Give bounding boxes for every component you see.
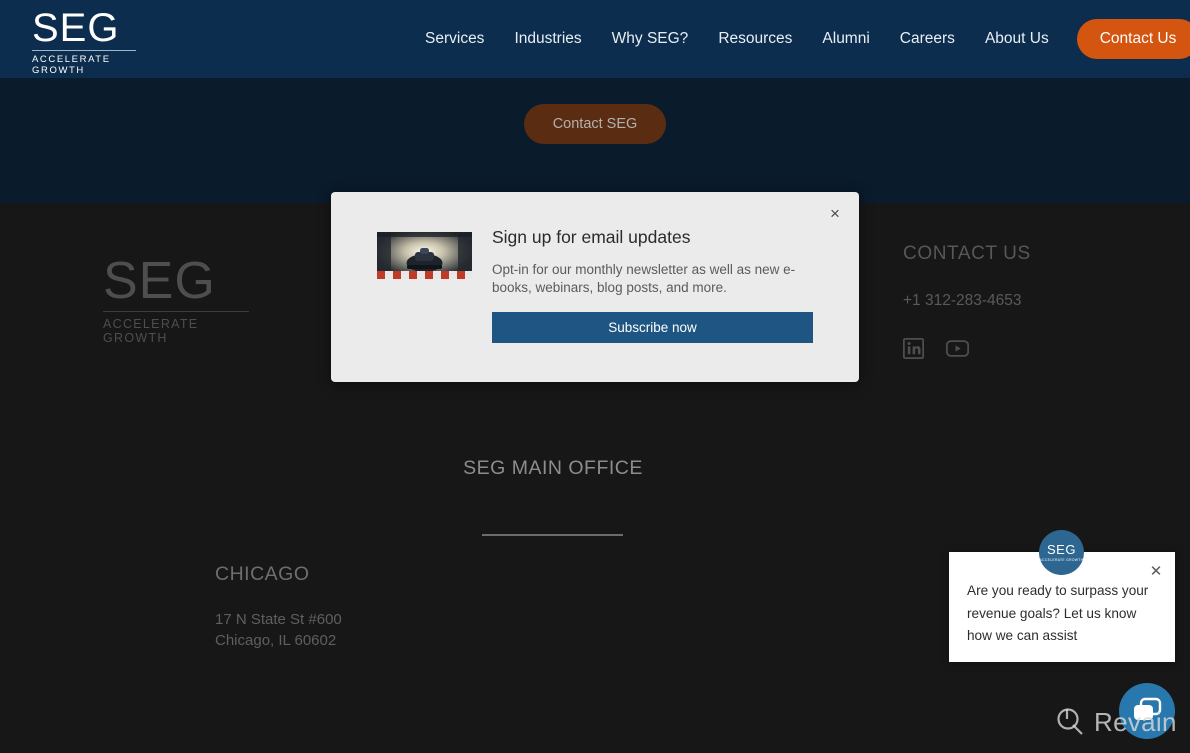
footer-logo-divider [103,311,249,312]
modal-title: Sign up for email updates [492,227,691,247]
contact-us-heading: CONTACT US [903,243,1031,264]
logo-tagline: ACCELERATE GROWTH [32,54,111,76]
subscribe-now-button[interactable]: Subscribe now [492,312,813,343]
nav-item-resources[interactable]: Resources [703,30,807,48]
modal-close-icon[interactable]: × [823,202,847,226]
modal-body: Sign up for email updates Opt-in for our… [492,227,814,343]
modal-description: Opt-in for our monthly newsletter as wel… [492,262,796,295]
footer-contact-block: CONTACT US +1 312-283-4653 [903,243,1163,364]
linkedin-icon[interactable] [903,338,924,364]
chat-avatar-label: SEG [1047,542,1076,558]
contact-us-button[interactable]: Contact Us [1076,19,1190,59]
contact-phone[interactable]: +1 312-283-4653 [903,292,1163,310]
nav-item-industries[interactable]: Industries [499,30,596,48]
footer-logo-tagline: ACCELERATE GROWTH [103,317,199,345]
footer-logo: SEG ACCELERATE GROWTH [103,255,253,345]
nav-item-services[interactable]: Services [410,30,499,48]
office-divider [482,534,623,536]
footer-logo-text: SEG [103,252,216,310]
chat-avatar-tagline: ACCELERATE GROWTH [1039,557,1084,562]
site-logo[interactable]: SEG ACCELERATE GROWTH [32,8,142,76]
email-signup-modal: × Sign up for email updates Opt-in for o… [331,192,859,382]
address-line-1: 17 N State St #600 [215,611,342,628]
office-address-block: CHICAGO 17 N State St #600 Chicago, IL 6… [215,563,515,651]
logo-divider [32,50,136,51]
office-title: SEG MAIN OFFICE [463,457,643,479]
chat-launcher-button[interactable] [1119,683,1175,739]
site-header: SEG ACCELERATE GROWTH Services Industrie… [0,0,1190,78]
page-root: SEG ACCELERATE GROWTH Services Industrie… [0,0,1190,753]
chat-close-icon[interactable]: ✕ [1146,562,1166,582]
main-navigation: Services Industries Why SEG? Resources A… [410,0,1190,78]
race-car-thumbnail [377,232,472,279]
nav-item-careers[interactable]: Careers [885,30,970,48]
nav-item-about-us[interactable]: About Us [970,30,1064,48]
chat-message-text: Are you ready to surpass your revenue go… [967,583,1149,643]
contact-seg-button[interactable]: Contact SEG [524,104,666,144]
chat-bubble-icon [1134,697,1162,720]
youtube-icon[interactable] [945,340,970,362]
nav-item-why-seg[interactable]: Why SEG? [597,30,704,48]
logo-text: SEG [32,6,120,50]
chat-avatar[interactable]: SEG ACCELERATE GROWTH [1039,530,1084,575]
address-line-2: Chicago, IL 60602 [215,632,337,649]
office-city: CHICAGO [215,563,310,585]
social-links [903,338,1163,364]
nav-item-alumni[interactable]: Alumni [807,30,884,48]
